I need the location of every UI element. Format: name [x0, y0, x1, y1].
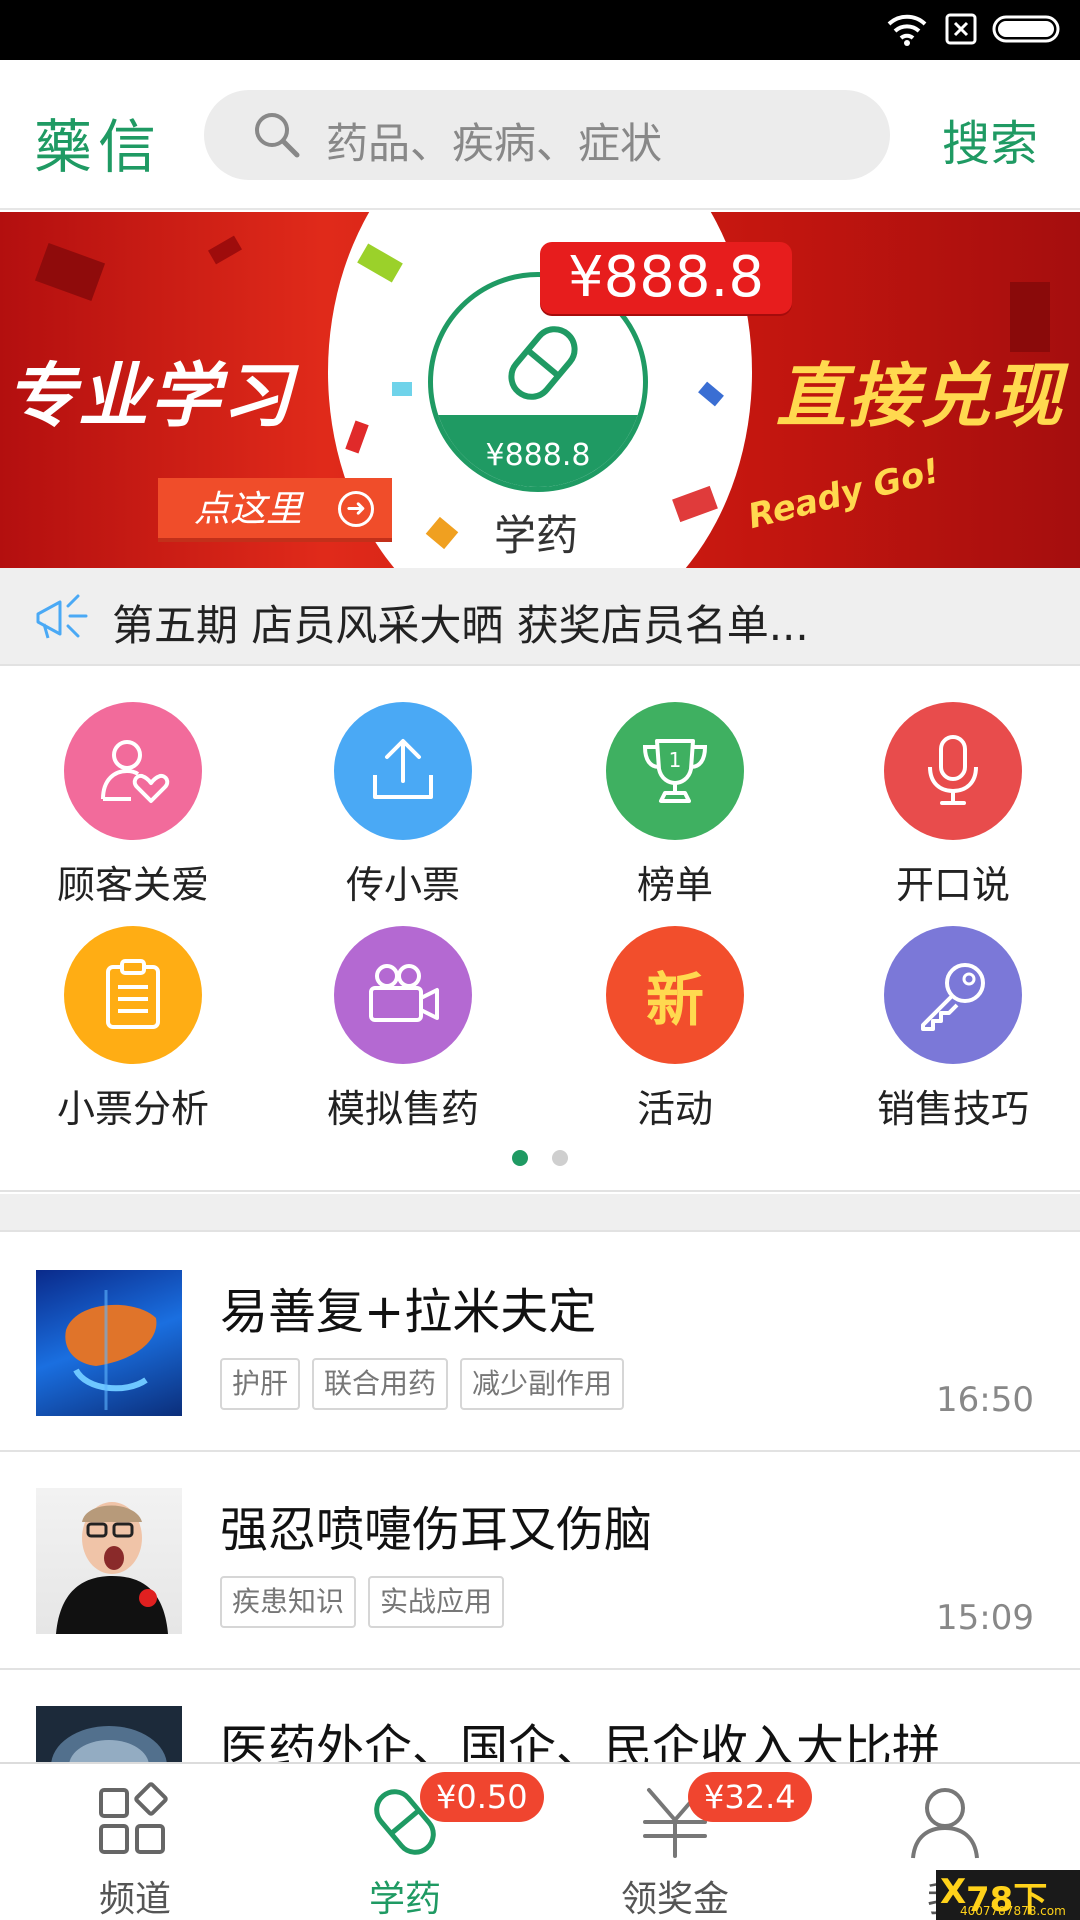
grid-icon-circle: 1 — [606, 702, 744, 840]
feature-grid: 顾客关爱 传小票 1 榜单 开口说 小票分析 模拟售药 新 活动 销售技巧 — [0, 668, 1080, 1192]
banner-right-slogan: 直接兑现 — [776, 355, 1064, 437]
article-tag: 联合用药 — [312, 1358, 449, 1410]
banner-circle-label: 学药 — [494, 511, 579, 560]
confetti-decoration — [208, 235, 242, 265]
nav-label: 频道 — [98, 1879, 171, 1920]
screen: 藥信 药品、疾病、症状 搜索 ¥888.8 ¥888.8 专业学习 直接兑现 点… — [0, 0, 1080, 1920]
search-input[interactable]: 药品、疾病、症状 — [204, 90, 890, 180]
liver-image — [65, 1290, 157, 1410]
grid-label: 模拟售药 — [326, 1087, 479, 1131]
new-icon: 新 — [606, 926, 744, 1064]
megaphone-icon — [36, 594, 88, 639]
grid-item-receipt-analysis[interactable]: 小票分析 — [0, 892, 268, 1131]
new-glyph: 新 — [645, 966, 704, 1034]
announcement-bar[interactable]: 第五期 店员风采大晒 获奖店员名单... — [0, 568, 1080, 666]
page-indicator — [0, 1150, 1080, 1170]
search-button[interactable]: 搜索 — [942, 104, 1038, 174]
grid-item-activities[interactable]: 新 活动 — [540, 892, 810, 1131]
app-logo: 藥信 — [34, 113, 163, 181]
confetti-decoration — [392, 382, 412, 396]
grid-item-leaderboard[interactable]: 1 榜单 — [540, 668, 810, 907]
article-thumbnail-liver — [36, 1270, 182, 1416]
wifi-icon — [887, 14, 927, 46]
sneezing-man-image — [56, 1502, 168, 1634]
search-placeholder: 药品、疾病、症状 — [326, 119, 663, 168]
article-tag: 减少副作用 — [460, 1358, 625, 1410]
circle-amount: ¥888.8 — [485, 438, 591, 473]
grid-label: 销售技巧 — [876, 1087, 1029, 1131]
announcement-text: 第五期 店员风采大晒 获奖店员名单... — [112, 601, 809, 650]
banner-left-slogan: 专业学习 — [6, 355, 294, 437]
key-icon — [921, 963, 985, 1031]
watermark-site: 4007787878.com — [960, 1904, 1066, 1918]
page-dot[interactable] — [551, 1150, 568, 1166]
grid-item-customer-care[interactable]: 顾客关爱 — [0, 668, 268, 907]
ready-go-text: Ready Go! — [744, 450, 944, 538]
watermark-logo: X 78下载 4007787878.com — [936, 1870, 1080, 1920]
article-title: 强忍喷嚏伤耳又伤脑 — [220, 1502, 653, 1558]
page-dot-active[interactable] — [512, 1150, 529, 1166]
grid-label: 小票分析 — [56, 1087, 209, 1131]
article-time: 15:09 — [936, 1598, 1034, 1638]
article-time: 16:50 — [936, 1380, 1034, 1420]
article-tags: 护肝 联合用药 减少副作用 — [220, 1358, 625, 1410]
article-title: 易善复+拉米夫定 — [220, 1284, 597, 1340]
pill-icon — [508, 326, 578, 400]
article-tags: 疾患知识 实战应用 — [220, 1576, 505, 1628]
article-tag: 护肝 — [220, 1358, 301, 1410]
grid-item-sales-tips[interactable]: 销售技巧 — [818, 892, 1080, 1131]
price-tag: ¥888.8 — [540, 242, 792, 314]
clipboard-icon — [106, 959, 160, 1029]
grid-item-upload-receipt[interactable]: 传小票 — [268, 668, 538, 907]
grid-icon-circle — [64, 926, 202, 1064]
click-here-label: 点这里 — [194, 489, 303, 530]
article-tag: 疾患知识 — [220, 1576, 357, 1628]
customer-care-icon — [101, 740, 170, 803]
article-item[interactable]: 强忍喷嚏伤耳又伤脑 疾患知识 实战应用 15:09 — [0, 1452, 1080, 1670]
grid-item-speak[interactable]: 开口说 — [818, 668, 1080, 907]
sim-off-icon — [945, 13, 977, 45]
grid-icon — [99, 1782, 168, 1854]
profile-icon — [911, 1788, 979, 1859]
grid-item-mock-sale[interactable]: 模拟售药 — [268, 892, 538, 1131]
article-item[interactable]: 易善复+拉米夫定 护肝 联合用药 减少副作用 16:50 — [0, 1234, 1080, 1452]
upload-icon — [373, 739, 433, 799]
reward-badge: ¥32.4 — [688, 1772, 812, 1822]
grid-icon-circle — [884, 926, 1022, 1064]
top-bar: 藥信 药品、疾病、症状 搜索 — [0, 60, 1080, 210]
battery-icon — [992, 15, 1060, 43]
grid-icon-circle — [64, 702, 202, 840]
promo-banner[interactable]: ¥888.8 ¥888.8 专业学习 直接兑现 点这里 ➜ 学药 Ready G… — [0, 212, 1080, 568]
nav-label: 学药 — [368, 1879, 441, 1920]
svg-text:1: 1 — [669, 748, 682, 772]
search-icon — [255, 113, 300, 158]
section-divider — [0, 1194, 1080, 1232]
trophy-icon: 1 — [642, 739, 708, 803]
click-here-button[interactable]: 点这里 ➜ — [158, 478, 392, 542]
reward-badge: ¥0.50 — [420, 1772, 544, 1822]
arrow-right-icon: ➜ — [338, 491, 374, 527]
nav-tab-learn[interactable]: ¥0.50 学药 — [270, 1764, 544, 1920]
video-camera-icon — [369, 964, 439, 1022]
grid-label: 活动 — [636, 1087, 713, 1131]
bottom-navigation: 频道 ¥0.50 学药 ¥32.4 领奖金 — [0, 1762, 1080, 1920]
article-thumbnail-sneeze — [36, 1488, 182, 1634]
grid-icon-circle — [334, 926, 472, 1064]
article-tag: 实战应用 — [368, 1576, 505, 1628]
status-bar — [0, 0, 1080, 60]
microphone-icon — [928, 735, 978, 805]
nav-tab-channels[interactable]: 频道 — [0, 1764, 270, 1920]
grid-icon-circle — [334, 702, 472, 840]
grid-icon-circle — [884, 702, 1022, 840]
confetti-decoration — [34, 242, 106, 302]
nav-label: 领奖金 — [620, 1879, 729, 1920]
nav-tab-bonus[interactable]: ¥32.4 领奖金 — [540, 1764, 812, 1920]
